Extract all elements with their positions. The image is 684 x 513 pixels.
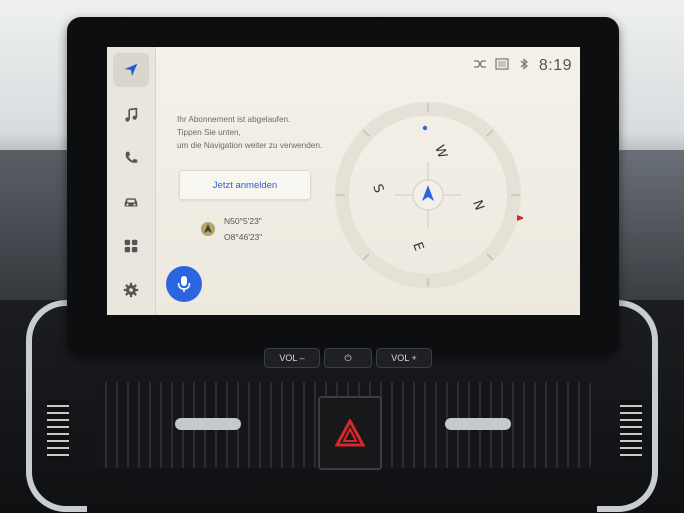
location-marker-icon [201, 222, 215, 236]
shuffle-icon [473, 57, 487, 75]
compass-label-e: E [409, 240, 426, 253]
latitude: N50°5'23" [224, 216, 262, 226]
microphone-icon [177, 276, 191, 292]
coordinates: N50°5'23" O8°46'23" [224, 213, 262, 245]
sidebar-item-apps[interactable] [113, 229, 149, 263]
sidebar [107, 47, 156, 315]
message-line-3: um die Navigation weiter zu verwenden. [177, 141, 323, 150]
destination-marker-icon [422, 125, 428, 131]
north-marker-icon [517, 215, 523, 221]
compass: W N S E [335, 102, 523, 288]
power-button[interactable]: ⏻ [324, 348, 372, 368]
infotainment-display: 8:19 Ihr Abonnement ist abgelaufen. Tipp… [107, 47, 580, 315]
message-line-2: Tippen Sie unten, [177, 128, 241, 137]
bluetooth-icon [517, 57, 531, 75]
phone-icon [125, 151, 138, 163]
vent-handle-right[interactable] [445, 418, 511, 430]
login-button[interactable]: Jetzt anmelden [179, 170, 311, 200]
sidebar-item-settings[interactable] [113, 273, 149, 307]
clock: 8:19 [538, 57, 572, 74]
compass-label-n: N [469, 198, 486, 212]
apps-grid-icon [124, 239, 138, 253]
hardware-buttons: VOL – ⏻ VOL + [264, 348, 432, 368]
voice-assistant-button[interactable] [166, 266, 202, 302]
sidebar-item-navigation[interactable] [113, 53, 149, 87]
navigation-arrow-icon [124, 63, 138, 77]
sim-icon [495, 57, 509, 75]
music-note-icon [125, 107, 138, 122]
sidebar-item-music[interactable] [113, 98, 149, 132]
message-line-1: Ihr Abonnement ist abgelaufen. [177, 115, 291, 124]
sidebar-item-car[interactable] [113, 185, 149, 219]
vol-up-button[interactable]: VOL + [376, 348, 432, 368]
status-bar: 8:19 [473, 57, 572, 75]
compass-label-w: W [431, 143, 450, 160]
car-icon [124, 198, 138, 207]
side-vent-left[interactable] [47, 400, 69, 460]
compass-label-s: S [369, 182, 386, 195]
side-vent-right[interactable] [620, 400, 642, 460]
hazard-button[interactable] [318, 396, 382, 470]
gear-icon [123, 282, 139, 298]
sidebar-item-phone[interactable] [113, 141, 149, 175]
longitude: O8°46'23" [224, 232, 263, 242]
subscription-message: Ihr Abonnement ist abgelaufen. Tippen Si… [177, 113, 357, 152]
hazard-triangle-icon [335, 419, 365, 447]
vent-handle-left[interactable] [175, 418, 241, 430]
vol-down-button[interactable]: VOL – [264, 348, 320, 368]
